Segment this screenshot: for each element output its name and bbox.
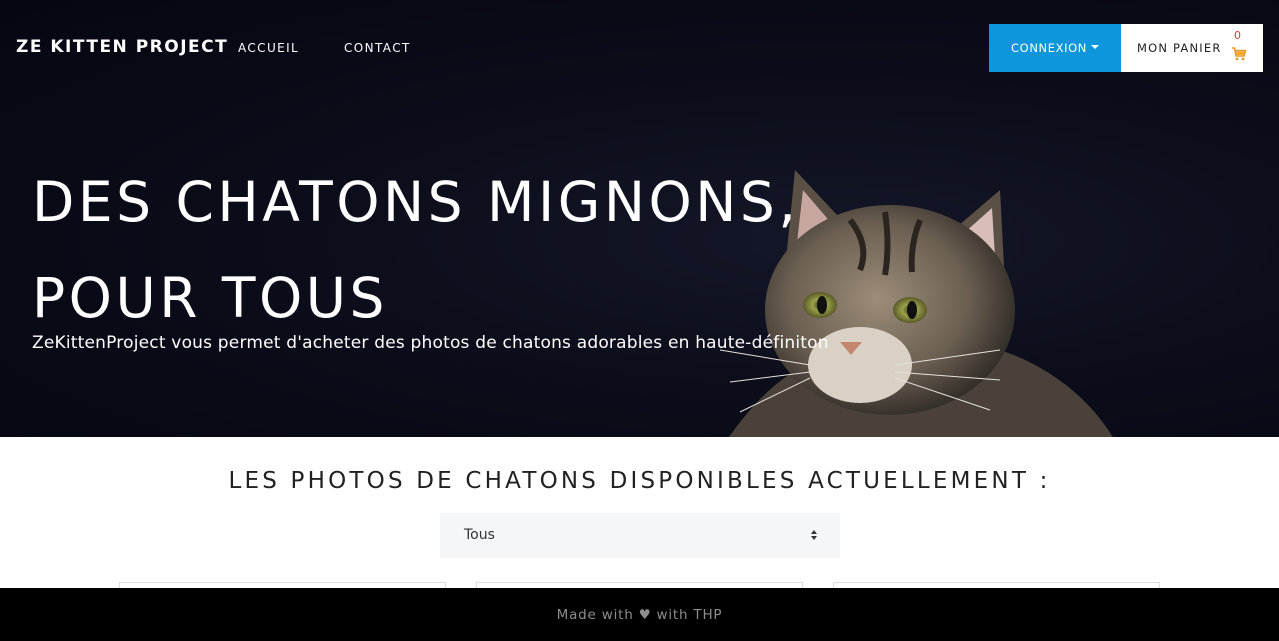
cart-button[interactable]: MON PANIER 0	[1121, 24, 1263, 72]
caret-down-icon	[1090, 45, 1099, 49]
section-title: LES PHOTOS DE CHATONS DISPONIBLES ACTUEL…	[228, 468, 1051, 494]
hero-title-line-1: DES CHATONS MIGNONS,	[32, 170, 800, 234]
nav-link-accueil[interactable]: ACCUEIL	[238, 41, 299, 55]
hero-title-line-2: POUR TOUS	[32, 266, 388, 330]
login-label: CONNEXION	[1011, 41, 1087, 55]
footer: Made with ♥ with THP	[0, 588, 1279, 641]
filter-selected-value: Tous	[464, 527, 495, 543]
cart-label: MON PANIER	[1137, 41, 1222, 55]
cart-count-badge: 0	[1234, 29, 1241, 42]
select-arrows-icon	[811, 530, 817, 540]
cart-icon	[1232, 47, 1247, 61]
navbar: ZE KITTEN PROJECT ACCUEIL CONTACT CONNEX…	[0, 0, 1279, 96]
hero-title: DES CHATONS MIGNONS, POUR TOUS	[32, 154, 832, 346]
brand-logo[interactable]: ZE KITTEN PROJECT	[16, 37, 228, 57]
footer-suffix: with THP	[656, 606, 723, 623]
category-filter-select[interactable]: Tous	[440, 513, 840, 558]
page: DES CHATONS MIGNONS, POUR TOUS ZeKittenP…	[0, 0, 1279, 641]
heart-icon: ♥	[638, 606, 652, 623]
nav-link-contact[interactable]: CONTACT	[344, 41, 411, 55]
login-dropdown-button[interactable]: CONNEXION	[989, 24, 1121, 72]
hero-subtitle: ZeKittenProject vous permet d'acheter de…	[32, 333, 829, 353]
footer-prefix: Made with	[556, 606, 634, 623]
